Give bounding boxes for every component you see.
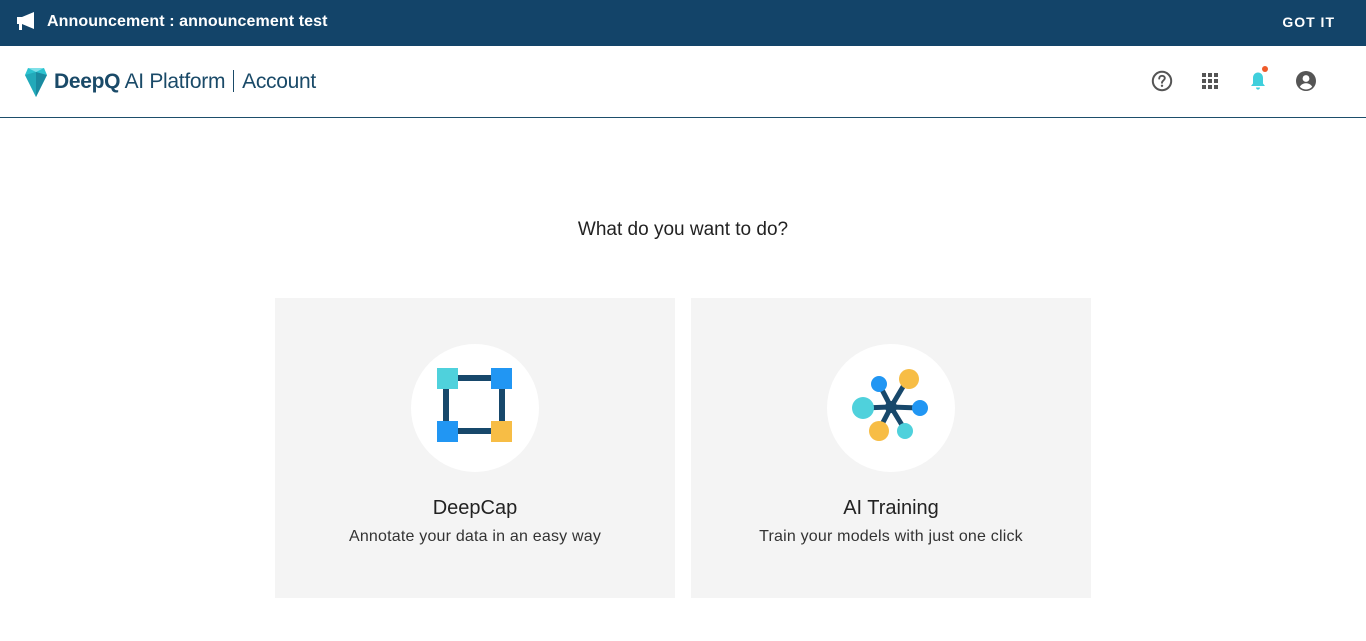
brand-section: Account <box>242 70 316 93</box>
card-subtitle: Train your models with just one click <box>759 528 1023 545</box>
app-header: DeepQ AI Platform Account <box>0 46 1366 118</box>
help-icon[interactable] <box>1150 69 1174 93</box>
announcement-text: Announcement : announcement test <box>47 13 328 30</box>
card-title: AI Training <box>843 497 939 519</box>
announcement-bar: Announcement : announcement test GOT IT <box>0 0 1366 46</box>
deepq-logo-icon[interactable] <box>24 66 48 98</box>
megaphone-icon <box>16 12 38 32</box>
apps-grid-icon[interactable] <box>1198 69 1222 93</box>
notification-dot <box>1262 66 1268 72</box>
got-it-button[interactable]: GOT IT <box>1282 14 1335 30</box>
deepcap-icon <box>411 344 539 472</box>
brand-name: DeepQ <box>54 70 121 93</box>
brand-title[interactable]: DeepQ AI Platform Account <box>54 70 316 94</box>
account-icon[interactable] <box>1294 69 1318 93</box>
notification-bell-icon[interactable] <box>1246 66 1270 93</box>
card-subtitle: Annotate your data in an easy way <box>348 528 602 545</box>
deepcap-card[interactable]: DeepCap Annotate your data in an easy wa… <box>275 298 675 598</box>
page-question: What do you want to do? <box>577 219 789 240</box>
ai-training-card[interactable]: AI Training Train your models with just … <box>691 298 1091 598</box>
card-title: DeepCap <box>432 497 518 519</box>
brand-product: AI Platform <box>124 70 226 93</box>
ai-training-icon <box>827 344 955 472</box>
brand-divider <box>233 70 235 92</box>
